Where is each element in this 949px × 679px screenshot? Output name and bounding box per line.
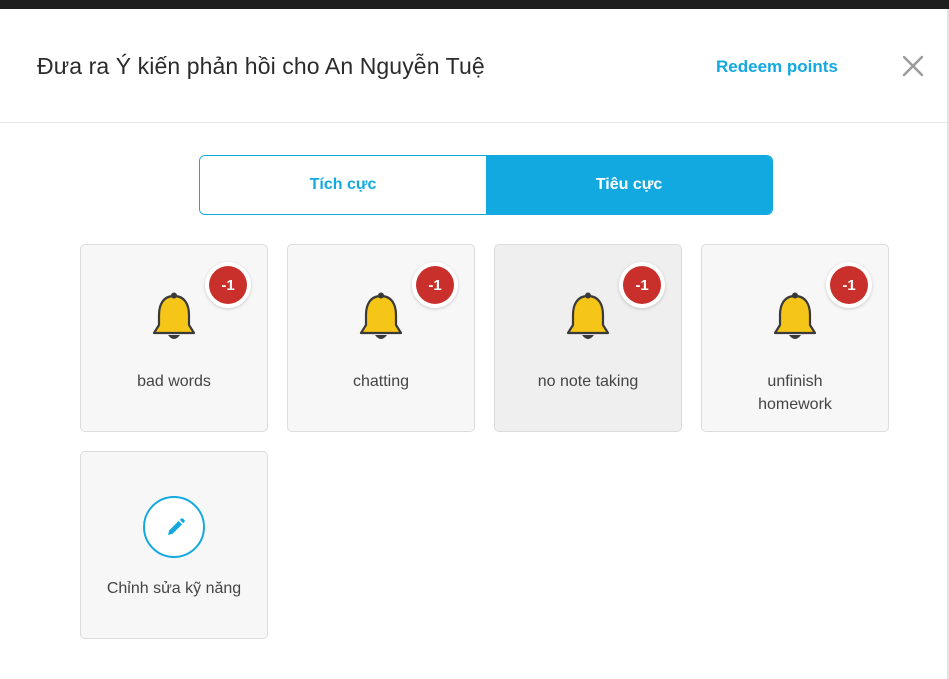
edit-skills-button bbox=[143, 496, 205, 558]
tab-positive[interactable]: Tích cực bbox=[200, 156, 486, 214]
points-badge: -1 bbox=[619, 262, 665, 308]
bell-icon bbox=[566, 292, 610, 339]
edit-skills-label: Chỉnh sửa kỹ năng bbox=[106, 580, 242, 597]
bell-icon bbox=[152, 292, 196, 339]
skill-label: chatting bbox=[352, 373, 410, 390]
bell-icon bbox=[773, 292, 817, 339]
points-badge: -1 bbox=[826, 262, 872, 308]
points-badge: -1 bbox=[412, 262, 458, 308]
skill-label: no note taking bbox=[537, 373, 639, 390]
feedback-dialog: Đưa ra Ý kiến phản hồi cho An Nguyễn Tuệ… bbox=[0, 9, 949, 679]
top-border bbox=[0, 0, 949, 9]
pencil-icon bbox=[168, 518, 185, 535]
redeem-points-link[interactable]: Redeem points bbox=[716, 57, 838, 77]
skill-label: unfinish homework bbox=[758, 373, 832, 413]
points-badge: -1 bbox=[205, 262, 251, 308]
edit-skills-card[interactable]: Chỉnh sửa kỹ năng bbox=[80, 451, 268, 639]
dialog-title: Đưa ra Ý kiến phản hồi cho An Nguyễn Tuệ bbox=[37, 53, 485, 79]
dialog-header: Đưa ra Ý kiến phản hồi cho An Nguyễn Tuệ… bbox=[0, 9, 947, 123]
feedback-tabs: Tích cực Tiêu cực bbox=[199, 155, 773, 215]
tab-negative[interactable]: Tiêu cực bbox=[486, 156, 772, 214]
bell-icon bbox=[359, 292, 403, 339]
skill-label: bad words bbox=[137, 373, 211, 390]
skill-card-chatting[interactable]: -1 chatting bbox=[287, 244, 475, 432]
close-icon bbox=[902, 55, 924, 77]
skill-card-no-note-taking[interactable]: -1 no note taking bbox=[494, 244, 682, 432]
skill-card-bad-words[interactable]: -1 bad words bbox=[80, 244, 268, 432]
close-button[interactable] bbox=[897, 50, 929, 82]
skill-card-unfinish-homework[interactable]: -1 unfinish homework bbox=[701, 244, 889, 432]
